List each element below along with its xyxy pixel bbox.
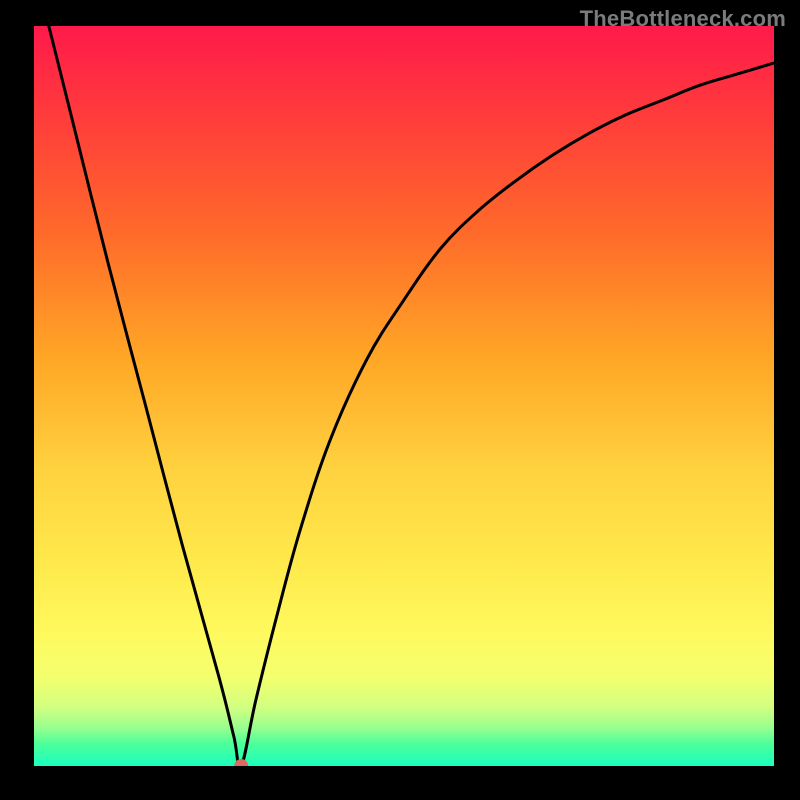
- chart-frame: TheBottleneck.com: [0, 0, 800, 800]
- plot-area: [34, 26, 774, 766]
- chart-svg: [34, 26, 774, 766]
- curve-line: [34, 26, 774, 766]
